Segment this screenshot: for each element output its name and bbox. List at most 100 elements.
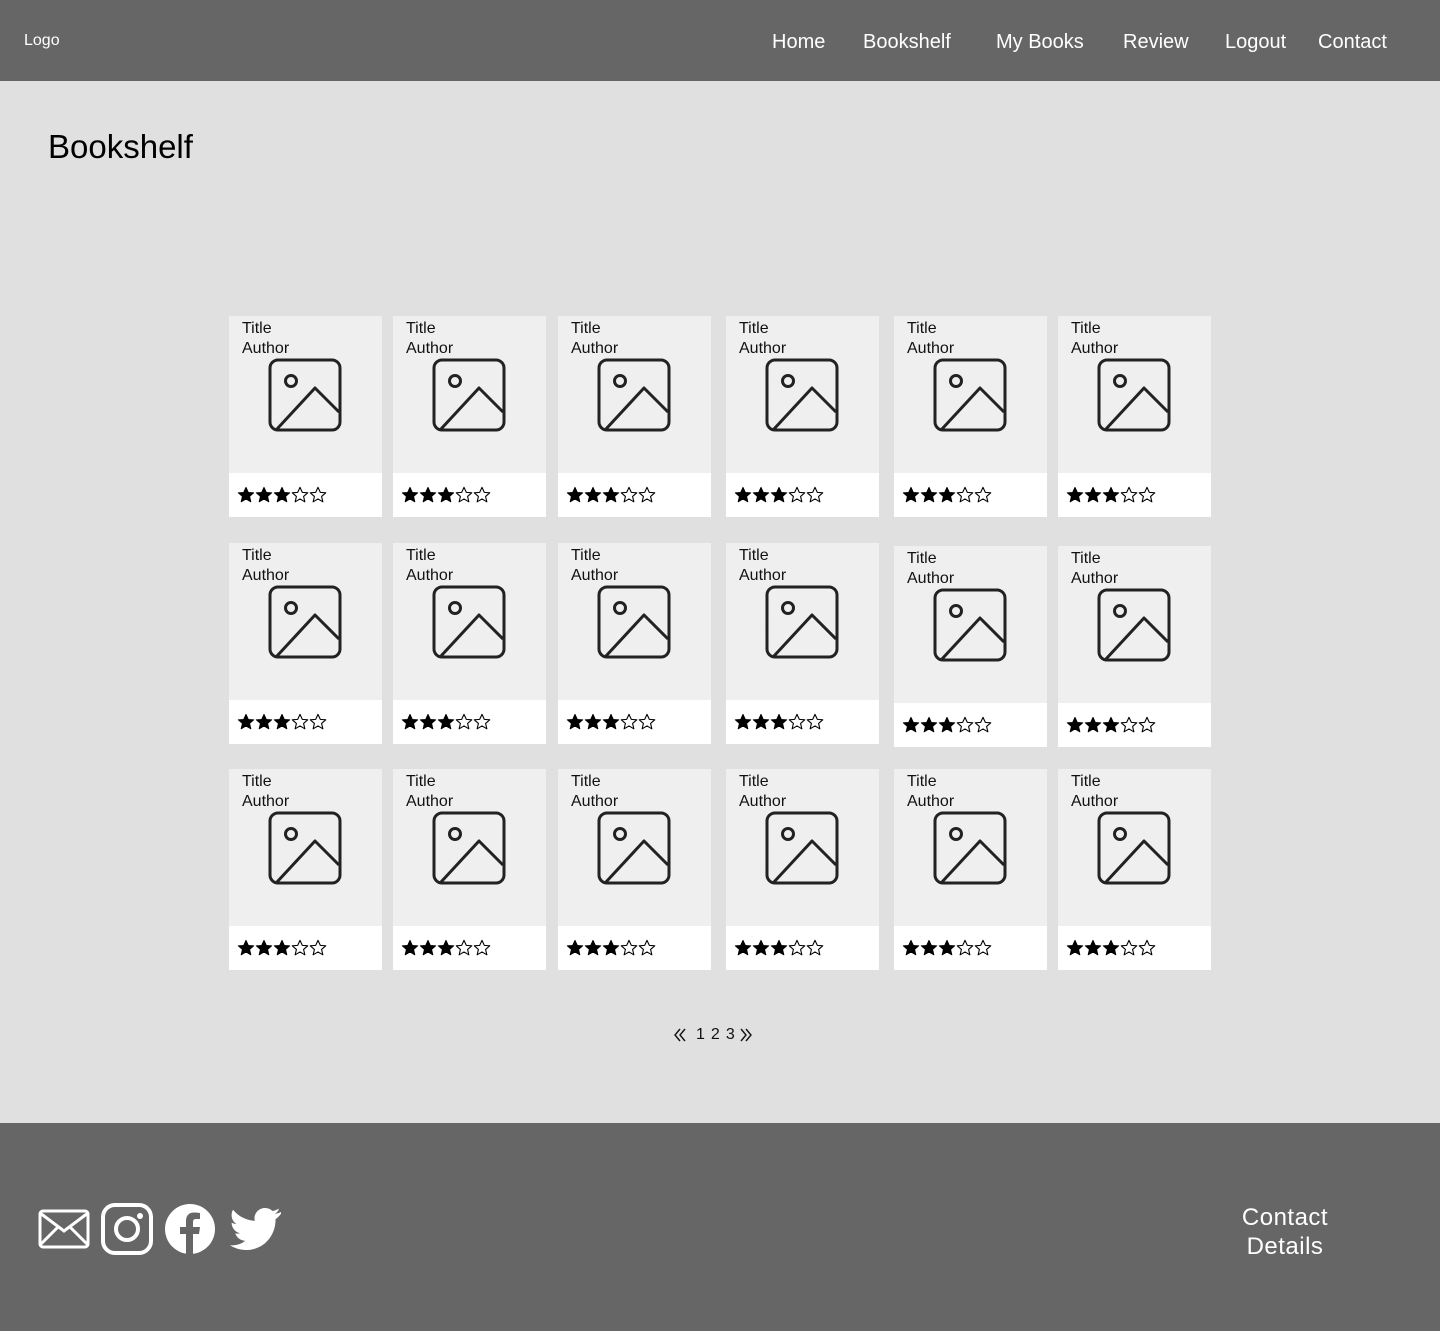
page-link-1[interactable]: 1 xyxy=(696,1026,705,1044)
book-cover: Title Author xyxy=(558,543,711,700)
star-filled-icon xyxy=(770,713,788,730)
star-filled-icon xyxy=(1084,939,1102,956)
book-card[interactable]: Title Author xyxy=(229,316,382,517)
book-card[interactable]: Title Author xyxy=(393,316,546,517)
star-filled-icon xyxy=(566,713,584,730)
book-title: Title xyxy=(739,320,769,337)
star-filled-icon xyxy=(1066,716,1084,733)
book-author: Author xyxy=(1071,340,1119,357)
book-card[interactable]: Title Author xyxy=(894,316,1047,517)
star-rating[interactable] xyxy=(237,713,327,731)
image-placeholder-icon xyxy=(765,811,839,885)
star-rating[interactable] xyxy=(566,939,656,957)
star-rating[interactable] xyxy=(734,713,824,731)
star-filled-icon xyxy=(920,939,938,956)
star-rating[interactable] xyxy=(1066,486,1156,504)
star-empty-icon xyxy=(956,716,974,733)
book-card[interactable]: Title Author xyxy=(894,546,1047,747)
star-rating[interactable] xyxy=(1066,939,1156,957)
book-author: Author xyxy=(406,567,454,584)
book-title: Title xyxy=(242,320,272,337)
star-empty-icon xyxy=(309,486,327,503)
book-author: Author xyxy=(571,567,619,584)
star-filled-icon xyxy=(938,716,956,733)
star-filled-icon xyxy=(401,939,419,956)
star-filled-icon xyxy=(920,716,938,733)
star-rating[interactable] xyxy=(902,716,992,734)
star-empty-icon xyxy=(974,716,992,733)
book-card[interactable]: Title Author xyxy=(229,769,382,970)
star-empty-icon xyxy=(620,939,638,956)
star-filled-icon xyxy=(1102,716,1120,733)
star-rating[interactable] xyxy=(566,713,656,731)
book-title: Title xyxy=(571,320,601,337)
double-chevron-left-icon[interactable] xyxy=(672,1027,688,1043)
page-link-3[interactable]: 3 xyxy=(726,1026,735,1044)
star-rating[interactable] xyxy=(401,939,491,957)
star-rating[interactable] xyxy=(237,939,327,957)
image-placeholder-icon xyxy=(268,811,342,885)
book-author: Author xyxy=(907,793,955,810)
star-empty-icon xyxy=(638,486,656,503)
book-card[interactable]: Title Author xyxy=(558,769,711,970)
star-rating[interactable] xyxy=(1066,716,1156,734)
star-rating[interactable] xyxy=(734,939,824,957)
contact-details[interactable]: Contact Details xyxy=(1205,1203,1365,1261)
book-card[interactable]: Title Author xyxy=(894,769,1047,970)
image-placeholder-icon xyxy=(432,811,506,885)
star-rating[interactable] xyxy=(734,486,824,504)
star-filled-icon xyxy=(938,939,956,956)
book-card[interactable]: Title Author xyxy=(1058,316,1211,517)
book-card[interactable]: Title Author xyxy=(1058,769,1211,970)
star-rating[interactable] xyxy=(237,486,327,504)
star-filled-icon xyxy=(752,713,770,730)
instagram-icon[interactable] xyxy=(101,1203,153,1255)
book-card[interactable]: Title Author xyxy=(393,769,546,970)
image-placeholder-icon xyxy=(1097,588,1171,662)
book-card[interactable]: Title Author xyxy=(726,316,879,517)
book-title: Title xyxy=(739,773,769,790)
book-title: Title xyxy=(1071,550,1101,567)
star-empty-icon xyxy=(788,486,806,503)
image-placeholder-icon xyxy=(765,585,839,659)
star-filled-icon xyxy=(602,939,620,956)
book-author: Author xyxy=(739,793,787,810)
book-card[interactable]: Title Author xyxy=(558,316,711,517)
book-card[interactable]: Title Author xyxy=(558,543,711,744)
book-cover: Title Author xyxy=(1058,769,1211,926)
star-rating[interactable] xyxy=(401,486,491,504)
star-rating[interactable] xyxy=(902,939,992,957)
star-filled-icon xyxy=(752,486,770,503)
star-filled-icon xyxy=(734,486,752,503)
star-empty-icon xyxy=(291,713,309,730)
book-card[interactable]: Title Author xyxy=(1058,546,1211,747)
mail-icon[interactable] xyxy=(38,1209,90,1249)
star-filled-icon xyxy=(770,939,788,956)
star-rating[interactable] xyxy=(566,486,656,504)
twitter-icon[interactable] xyxy=(230,1207,282,1251)
image-placeholder-icon xyxy=(933,811,1007,885)
star-rating[interactable] xyxy=(401,713,491,731)
star-filled-icon xyxy=(920,486,938,503)
star-empty-icon xyxy=(638,939,656,956)
book-author: Author xyxy=(907,340,955,357)
contact-details-line1: Contact xyxy=(1241,1204,1329,1231)
book-card[interactable]: Title Author xyxy=(726,543,879,744)
book-cover: Title Author xyxy=(894,316,1047,473)
double-chevron-right-icon[interactable] xyxy=(738,1027,754,1043)
book-cover: Title Author xyxy=(726,543,879,700)
facebook-icon[interactable] xyxy=(164,1203,216,1255)
book-card[interactable]: Title Author xyxy=(393,543,546,744)
book-card[interactable]: Title Author xyxy=(229,543,382,744)
star-empty-icon xyxy=(788,939,806,956)
star-filled-icon xyxy=(1066,486,1084,503)
book-grid: Title Author Title Author Title Author Title Au… xyxy=(0,0,1440,1000)
star-rating[interactable] xyxy=(902,486,992,504)
star-empty-icon xyxy=(1138,486,1156,503)
star-filled-icon xyxy=(1084,486,1102,503)
star-empty-icon xyxy=(455,939,473,956)
star-empty-icon xyxy=(956,486,974,503)
book-author: Author xyxy=(242,793,290,810)
book-card[interactable]: Title Author xyxy=(726,769,879,970)
page-link-2[interactable]: 2 xyxy=(711,1026,720,1044)
